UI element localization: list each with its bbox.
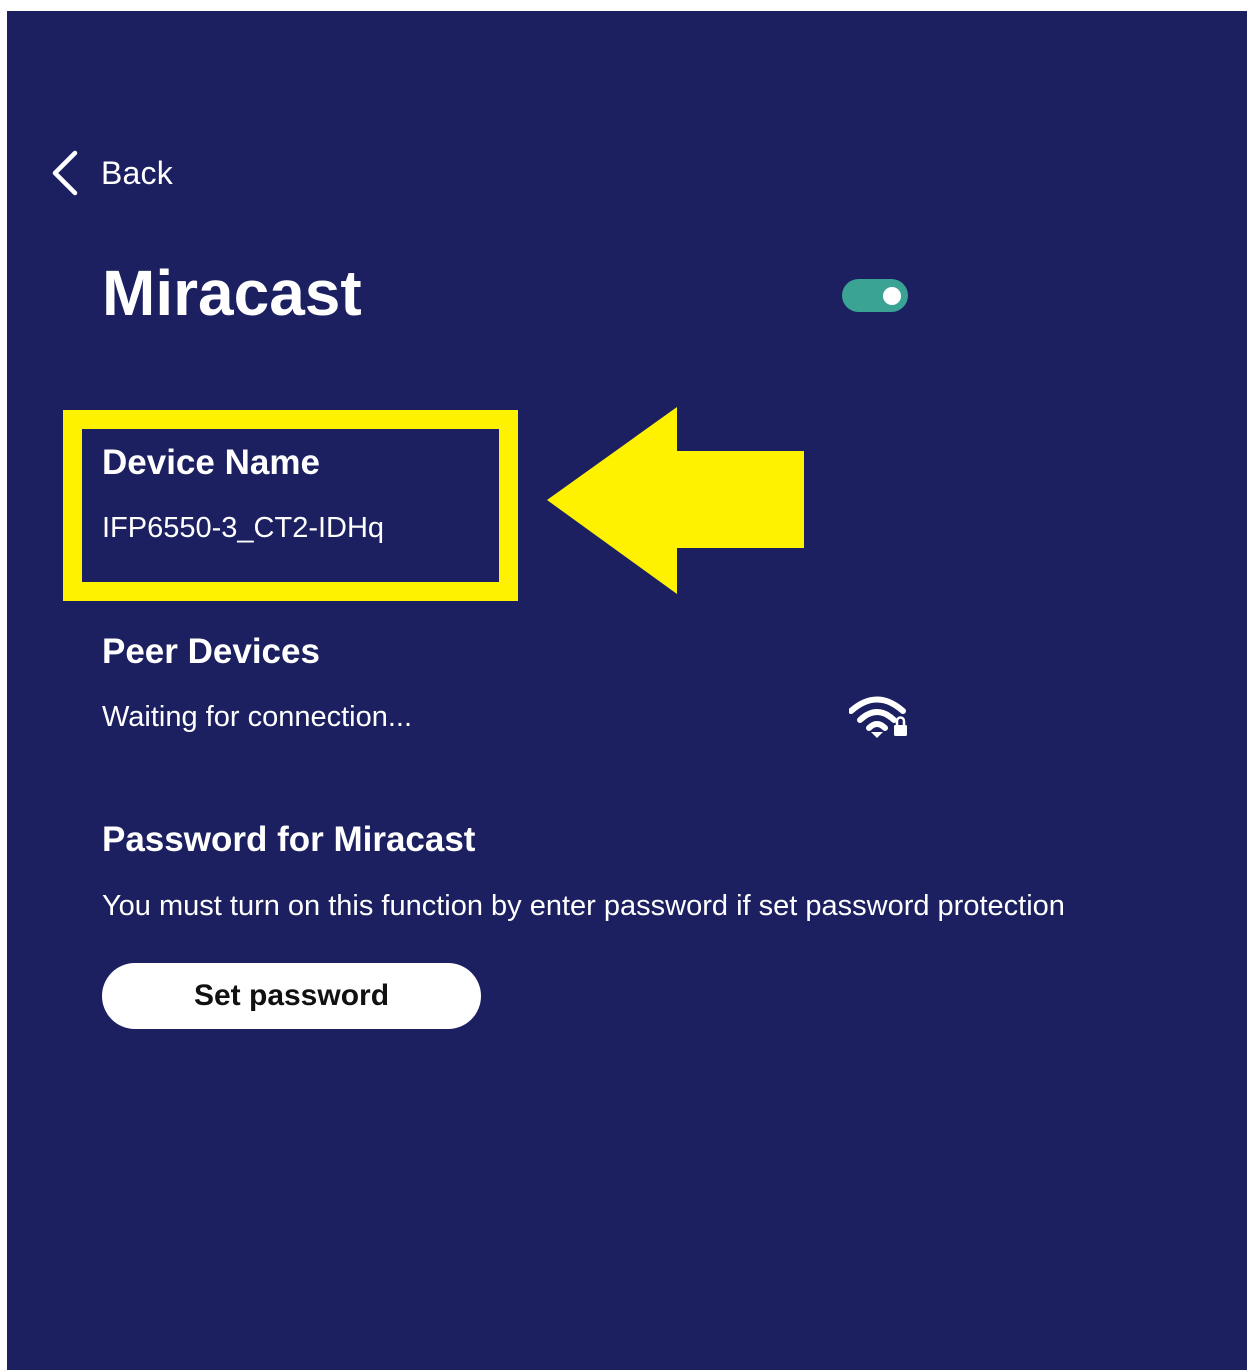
password-description: You must turn on this function by enter … bbox=[102, 890, 1065, 922]
highlight-box bbox=[63, 410, 518, 601]
toggle-knob bbox=[883, 287, 901, 305]
peer-devices-title: Peer Devices bbox=[102, 632, 320, 671]
back-label: Back bbox=[101, 154, 173, 191]
wifi-lock-icon[interactable] bbox=[849, 694, 911, 740]
device-name-title: Device Name bbox=[102, 443, 320, 482]
page-title: Miracast bbox=[102, 257, 362, 329]
miracast-toggle[interactable] bbox=[842, 279, 908, 312]
arrow-left-icon bbox=[547, 407, 804, 594]
device-name-value: IFP6550-3_CT2-IDHq bbox=[102, 512, 385, 544]
chevron-left-icon bbox=[52, 150, 78, 196]
set-password-button[interactable]: Set password bbox=[102, 963, 481, 1029]
back-button[interactable]: Back bbox=[45, 147, 173, 199]
password-title: Password for Miracast bbox=[102, 820, 476, 859]
peer-devices-status: Waiting for connection... bbox=[102, 701, 413, 733]
miracast-settings-screen: Back Miracast Device Name IFP6550-3_CT2-… bbox=[7, 11, 1247, 1370]
